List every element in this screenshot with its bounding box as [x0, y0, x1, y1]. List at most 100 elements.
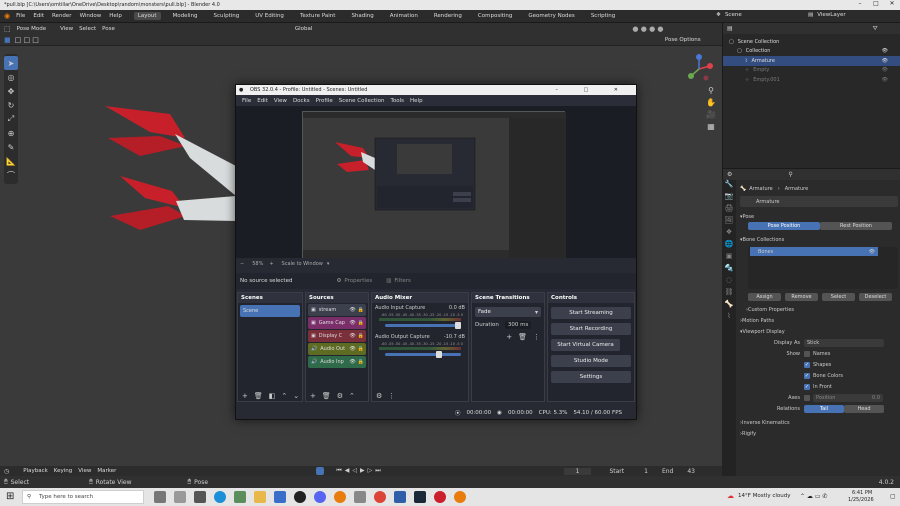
eye-icon[interactable]: 👁: [869, 249, 875, 255]
scene-selector[interactable]: ❖ Scene: [716, 12, 750, 18]
pan-hand-icon[interactable]: ✋: [704, 98, 718, 110]
settings-button[interactable]: Settings: [551, 371, 631, 383]
workspace-tab-layout[interactable]: Layout: [133, 12, 161, 20]
photos-icon[interactable]: [274, 491, 286, 503]
menu-pose[interactable]: Pose: [102, 26, 115, 32]
menu-select[interactable]: Select: [79, 26, 96, 32]
eye-icon[interactable]: 👁: [349, 346, 355, 352]
playback-controls[interactable]: ⏮◀◁▶▷⏭: [336, 467, 383, 475]
obs-menu-docks[interactable]: Docks: [293, 98, 310, 104]
current-frame[interactable]: 1: [563, 467, 592, 475]
workspace-tab-sculpting[interactable]: Sculpting: [210, 12, 244, 20]
workspace-tab-geometry-nodes[interactable]: Geometry Nodes: [524, 12, 578, 20]
blender-logo-icon[interactable]: ◉: [4, 12, 10, 20]
shading-modes[interactable]: ● ● ● ●: [632, 25, 663, 33]
source-item[interactable]: ▣ Display C 👁 🔒: [308, 330, 366, 342]
navigation-gizmo[interactable]: [682, 52, 716, 86]
scene-filter-icon[interactable]: ◧: [269, 392, 276, 400]
modifier-tab-icon[interactable]: 🔩: [722, 264, 736, 276]
steam-icon[interactable]: [414, 491, 426, 503]
axes-checkbox[interactable]: [804, 394, 810, 401]
pose-section[interactable]: ▾ Pose: [740, 211, 898, 222]
settings-app-icon[interactable]: [194, 491, 206, 503]
remove-scene-icon[interactable]: 🗑: [254, 392, 263, 400]
workspace-tab-scripting[interactable]: Scripting: [587, 12, 619, 20]
clock-time[interactable]: 6:41 PM: [852, 490, 872, 496]
output-tab-icon[interactable]: 🖨: [722, 204, 736, 216]
start-recording-button[interactable]: Start Recording: [551, 323, 631, 335]
bone-collections-section[interactable]: ▾ Bone Collections: [740, 234, 898, 245]
pose-options-dropdown[interactable]: Pose Options: [665, 37, 701, 43]
pose-position-button[interactable]: Pose Position: [748, 222, 820, 230]
scene-item[interactable]: Scene: [240, 305, 300, 317]
transition-menu-icon[interactable]: ⋮: [533, 333, 540, 341]
data-tab-icon[interactable]: 🦴: [722, 300, 736, 312]
remove-transition-icon[interactable]: 🗑: [518, 333, 527, 341]
notepad-icon[interactable]: [234, 491, 246, 503]
transform-tool-icon[interactable]: ⊕: [4, 126, 18, 140]
obs-app-icon[interactable]: [294, 491, 306, 503]
transition-dropdown[interactable]: Fade ▾: [475, 307, 541, 317]
obs-preview[interactable]: [236, 106, 636, 259]
lock-icon[interactable]: 🔒: [358, 346, 364, 352]
inverse-kinematics-section[interactable]: › Inverse Kinematics: [740, 417, 898, 428]
obs-menu-tools[interactable]: Tools: [390, 98, 404, 104]
workspace-tab-shading[interactable]: Shading: [347, 12, 377, 20]
volume-slider-handle[interactable]: [436, 351, 442, 358]
start-streaming-button[interactable]: Start Streaming: [551, 307, 631, 319]
volume-slider[interactable]: [385, 351, 461, 358]
rigify-section[interactable]: › Rigify: [740, 428, 898, 439]
move-down-icon[interactable]: ⌄: [293, 392, 299, 400]
bone-tab-icon[interactable]: ⌇: [722, 312, 736, 324]
camera-icon[interactable]: 🎥: [704, 110, 718, 122]
workspace-tab-texture-paint[interactable]: Texture Paint: [296, 12, 340, 20]
motion-paths-section[interactable]: › Motion Paths: [740, 315, 898, 326]
grid-icon[interactable]: ▦: [704, 122, 718, 134]
custom-properties-section[interactable]: › Custom Properties: [746, 304, 898, 315]
discord-icon[interactable]: [314, 491, 326, 503]
cursor-tool-icon[interactable]: ◎: [4, 70, 18, 84]
filter-icon[interactable]: ⛛: [873, 25, 878, 33]
eye-icon[interactable]: 👁: [349, 333, 355, 339]
maximize-icon[interactable]: □: [868, 0, 884, 7]
menu-keying[interactable]: Keying: [54, 468, 72, 474]
object-tab-icon[interactable]: ▣: [722, 252, 736, 264]
world-tab-icon[interactable]: 🌐: [722, 240, 736, 252]
outliner-editor-icon[interactable]: ▤: [727, 25, 733, 32]
measure-tool-icon[interactable]: 📐: [4, 154, 18, 168]
mixer-settings-icon[interactable]: ⚙: [376, 392, 382, 400]
gear-icon[interactable]: ⚙: [336, 278, 341, 284]
source-settings-icon[interactable]: ⚙: [337, 392, 343, 400]
viewport-display-section[interactable]: ▾ Viewport Display: [740, 326, 898, 337]
obs-menu-file[interactable]: File: [242, 98, 251, 104]
outliner-item[interactable]: ⌇ Armature 👁: [723, 56, 900, 66]
properties-button[interactable]: Properties: [344, 278, 372, 284]
add-transition-icon[interactable]: +: [506, 333, 512, 341]
minimize-icon[interactable]: –: [852, 0, 868, 7]
app-blue-icon[interactable]: [394, 491, 406, 503]
outliner-item[interactable]: ⊹ Empty.001 👁: [723, 75, 900, 85]
chrome-icon[interactable]: [374, 491, 386, 503]
remove-source-icon[interactable]: 🗑: [322, 392, 331, 400]
eye-icon[interactable]: 👁: [349, 359, 355, 365]
outliner-item[interactable]: ▢ Scene Collection: [723, 37, 900, 47]
annotate-tool-icon[interactable]: ✎: [4, 140, 18, 154]
eye-icon[interactable]: 👁: [349, 307, 355, 313]
workspace-tab-uv-editing[interactable]: UV Editing: [251, 12, 288, 20]
studio-mode-button[interactable]: Studio Mode: [551, 355, 631, 367]
zoom-in-icon[interactable]: +: [269, 261, 273, 267]
display-as-dropdown[interactable]: Stick: [804, 338, 884, 347]
add-scene-icon[interactable]: +: [242, 392, 248, 400]
task-view-icon[interactable]: [154, 491, 166, 503]
chevron-down-icon[interactable]: ▾: [327, 261, 330, 267]
remove-button[interactable]: Remove: [785, 293, 818, 301]
deselect-button[interactable]: Deselect: [859, 293, 892, 301]
windows-start-icon[interactable]: ⊞: [6, 491, 14, 502]
data-name-field[interactable]: Armature: [740, 196, 898, 207]
source-item[interactable]: ▣ Game Cap 👁 🔒: [308, 317, 366, 329]
axes-position-field[interactable]: Position 0.0: [813, 393, 883, 402]
record-button[interactable]: [316, 467, 325, 475]
menu-file[interactable]: File: [16, 13, 25, 19]
scale-tool-icon[interactable]: ⤢: [4, 112, 18, 126]
properties-editor-icon[interactable]: ⚙: [727, 171, 732, 178]
